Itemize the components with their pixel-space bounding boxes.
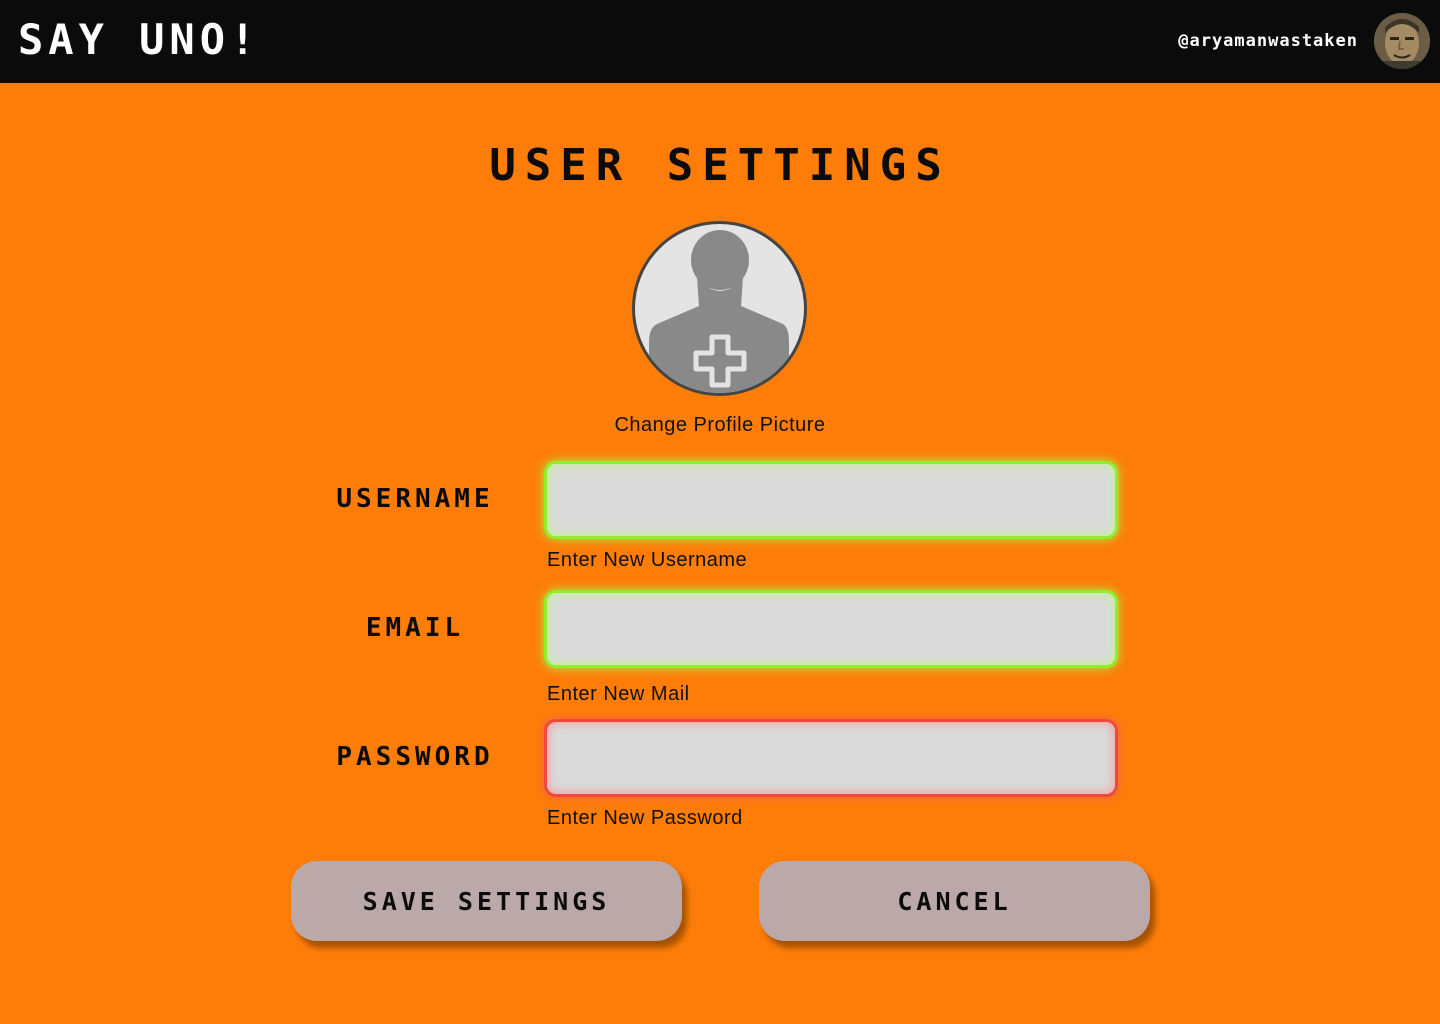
password-hint: Enter New Password (547, 807, 743, 829)
password-label: PASSWORD (336, 742, 494, 772)
profile-picture-button[interactable] (632, 221, 807, 396)
page-title: USER SETTINGS (489, 140, 951, 191)
password-input[interactable] (547, 722, 1115, 794)
username-label: USERNAME (336, 484, 494, 514)
add-user-icon (649, 230, 789, 393)
user-avatar-icon (1374, 13, 1430, 69)
save-settings-button[interactable]: SAVE SETTINGS (291, 861, 682, 941)
user-handle[interactable]: @aryamanwastaken (1178, 29, 1358, 53)
email-hint: Enter New Mail (547, 683, 690, 705)
username-hint: Enter New Username (547, 549, 748, 571)
app-title[interactable]: SAY UNO! (18, 14, 260, 66)
email-label: EMAIL (365, 613, 465, 643)
change-profile-picture-label[interactable]: Change Profile Picture (520, 412, 920, 438)
cancel-button[interactable]: CANCEL (759, 861, 1150, 941)
username-input[interactable] (547, 464, 1115, 536)
email-input[interactable] (547, 593, 1115, 665)
user-avatar[interactable] (1374, 13, 1430, 69)
top-bar: SAY UNO! @aryamanwastaken (0, 0, 1440, 83)
